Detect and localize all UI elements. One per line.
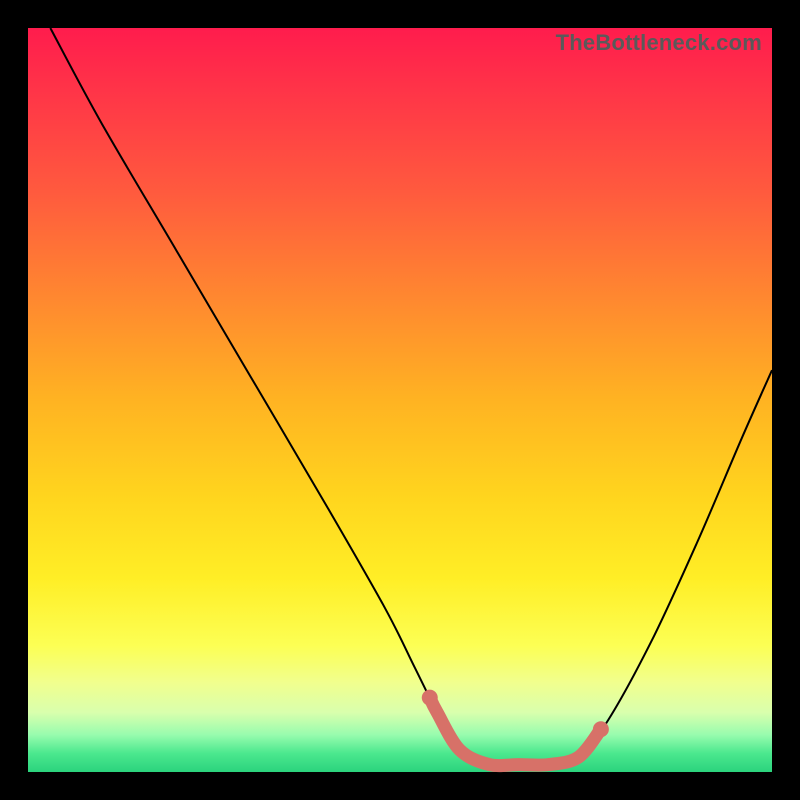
bottleneck-curve-highlight bbox=[430, 698, 601, 766]
watermark-text: TheBottleneck.com bbox=[556, 30, 762, 56]
highlight-start-dot bbox=[422, 690, 438, 706]
chart-frame: TheBottleneck.com bbox=[0, 0, 800, 800]
bottleneck-curve bbox=[50, 28, 772, 766]
chart-plot-area: TheBottleneck.com bbox=[28, 28, 772, 772]
chart-svg bbox=[28, 28, 772, 772]
highlight-end-dot bbox=[593, 721, 609, 737]
